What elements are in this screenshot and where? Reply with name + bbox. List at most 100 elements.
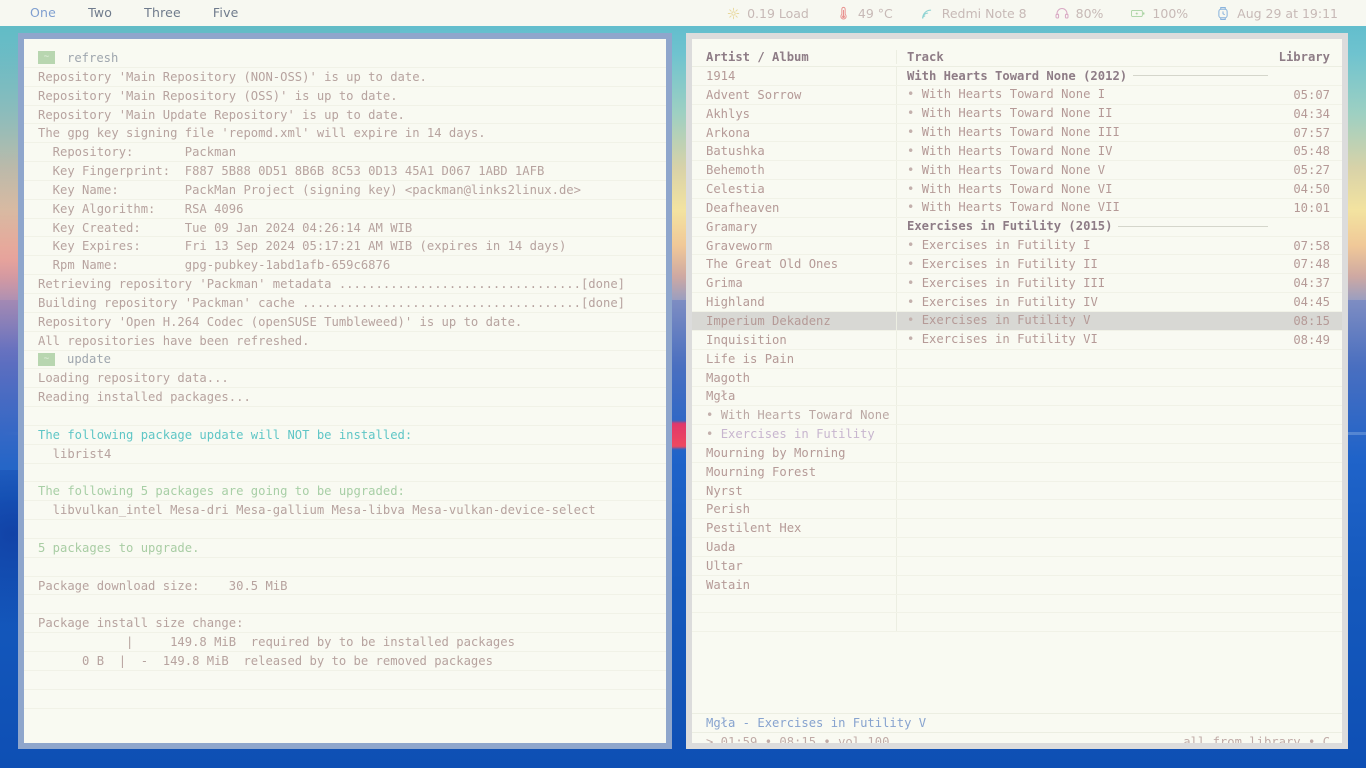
music-row[interactable]: Highland• Exercises in Futility IV04:45 — [692, 293, 1342, 312]
music-artist-cell[interactable]: The Great Old Ones — [692, 255, 897, 273]
music-artist-cell[interactable]: Mourning by Morning — [692, 444, 897, 462]
music-row[interactable]: Nyrst — [692, 482, 1342, 501]
music-track-cell[interactable]: • Exercises in Futility I — [897, 237, 1272, 255]
music-track-cell[interactable]: • Exercises in Futility VI — [897, 331, 1272, 349]
music-track-cell[interactable]: • With Hearts Toward None IV — [897, 142, 1272, 160]
music-row[interactable]: Perish — [692, 500, 1342, 519]
workspace-tag-two[interactable]: Two — [72, 0, 128, 26]
terminal-output[interactable]: ~refreshRepository 'Main Repository (NON… — [24, 39, 666, 743]
music-track-cell[interactable] — [897, 406, 1272, 424]
music-row[interactable]: Batushka• With Hearts Toward None IV05:4… — [692, 142, 1342, 161]
music-track-cell[interactable] — [897, 557, 1272, 575]
music-track-cell[interactable] — [897, 463, 1272, 481]
music-row[interactable]: Advent Sorrow• With Hearts Toward None I… — [692, 86, 1342, 105]
music-artist-cell[interactable]: Perish — [692, 500, 897, 518]
music-artist-cell[interactable]: Magoth — [692, 369, 897, 387]
music-row[interactable]: • With Hearts Toward None — [692, 406, 1342, 425]
music-artist-cell[interactable]: Arkona — [692, 124, 897, 142]
music-artist-cell[interactable]: Uada — [692, 538, 897, 556]
music-row[interactable]: Graveworm• Exercises in Futility I07:58 — [692, 237, 1342, 256]
music-track-cell[interactable] — [897, 444, 1272, 462]
music-track-cell[interactable] — [897, 538, 1272, 556]
music-track-list[interactable]: 1914With Hearts Toward None (2012)Advent… — [692, 67, 1342, 632]
status-item-battery[interactable]: 100% — [1117, 6, 1202, 21]
music-duration-cell — [1272, 425, 1342, 443]
music-artist-cell[interactable]: Inquisition — [692, 331, 897, 349]
music-player-body[interactable]: Artist / Album Track Library 1914With He… — [692, 47, 1342, 743]
music-track-cell[interactable] — [897, 500, 1272, 518]
music-track-cell[interactable]: • With Hearts Toward None VI — [897, 180, 1272, 198]
music-track-cell[interactable]: • Exercises in Futility V — [897, 312, 1272, 330]
music-row[interactable]: • Exercises in Futility — [692, 425, 1342, 444]
status-item-headphones[interactable]: 80% — [1041, 6, 1118, 21]
music-row[interactable]: Celestia• With Hearts Toward None VI04:5… — [692, 180, 1342, 199]
music-track-cell[interactable]: • With Hearts Toward None VII — [897, 199, 1272, 217]
music-row[interactable]: Mgła — [692, 387, 1342, 406]
music-row[interactable]: Life is Pain — [692, 350, 1342, 369]
music-track-cell[interactable]: With Hearts Toward None (2012) — [897, 67, 1272, 85]
music-track-cell[interactable] — [897, 369, 1272, 387]
music-track-cell[interactable] — [897, 387, 1272, 405]
music-row[interactable]: Imperium Dekadenz• Exercises in Futility… — [692, 312, 1342, 331]
music-artist-cell[interactable]: Mourning Forest — [692, 463, 897, 481]
music-artist-cell[interactable]: Gramary — [692, 218, 897, 236]
music-track-cell[interactable]: • With Hearts Toward None III — [897, 124, 1272, 142]
music-artist-cell[interactable]: Mgła — [692, 387, 897, 405]
workspace-tag-three[interactable]: Three — [128, 0, 197, 26]
music-track-cell[interactable]: • Exercises in Futility IV — [897, 293, 1272, 311]
music-artist-cell[interactable]: Batushka — [692, 142, 897, 160]
music-artist-cell[interactable]: Celestia — [692, 180, 897, 198]
music-track-cell[interactable]: • With Hearts Toward None I — [897, 86, 1272, 104]
music-artist-cell[interactable]: Advent Sorrow — [692, 86, 897, 104]
terminal-window[interactable]: ~refreshRepository 'Main Repository (NON… — [18, 33, 672, 749]
music-artist-cell[interactable]: Pestilent Hex — [692, 519, 897, 537]
music-row[interactable]: Uada — [692, 538, 1342, 557]
music-artist-cell[interactable]: • With Hearts Toward None — [692, 406, 897, 424]
music-artist-cell[interactable]: Nyrst — [692, 482, 897, 500]
music-track-cell[interactable]: • Exercises in Futility III — [897, 274, 1272, 292]
music-track-cell[interactable] — [897, 519, 1272, 537]
music-artist-cell[interactable]: • Exercises in Futility — [692, 425, 897, 443]
music-track-cell[interactable]: • With Hearts Toward None II — [897, 105, 1272, 123]
music-row[interactable]: 1914With Hearts Toward None (2012) — [692, 67, 1342, 86]
music-row[interactable]: Mourning by Morning — [692, 444, 1342, 463]
music-row[interactable]: Deafheaven• With Hearts Toward None VII1… — [692, 199, 1342, 218]
music-track-cell[interactable] — [897, 350, 1272, 368]
music-track-cell[interactable]: Exercises in Futility (2015) — [897, 218, 1272, 236]
music-artist-cell[interactable]: Graveworm — [692, 237, 897, 255]
music-row[interactable]: Arkona• With Hearts Toward None III07:57 — [692, 124, 1342, 143]
music-track-cell[interactable]: • Exercises in Futility II — [897, 255, 1272, 273]
workspace-tag-five[interactable]: Five — [197, 0, 255, 26]
music-artist-cell[interactable]: Ultar — [692, 557, 897, 575]
music-row[interactable]: Ultar — [692, 557, 1342, 576]
music-player-window[interactable]: Artist / Album Track Library 1914With He… — [686, 33, 1348, 749]
music-artist-cell[interactable]: Highland — [692, 293, 897, 311]
music-track-cell[interactable] — [897, 425, 1272, 443]
music-row[interactable]: The Great Old Ones• Exercises in Futilit… — [692, 255, 1342, 274]
music-artist-cell[interactable]: Akhlys — [692, 105, 897, 123]
status-item-sun-load[interactable]: 0.19 Load — [712, 6, 823, 21]
music-artist-cell[interactable]: Grima — [692, 274, 897, 292]
music-artist-cell[interactable]: Life is Pain — [692, 350, 897, 368]
music-row[interactable]: Watain — [692, 576, 1342, 595]
music-row[interactable]: Grima• Exercises in Futility III04:37 — [692, 274, 1342, 293]
music-artist-cell[interactable]: Watain — [692, 576, 897, 594]
music-track-cell[interactable]: • With Hearts Toward None V — [897, 161, 1272, 179]
music-row[interactable]: Akhlys• With Hearts Toward None II04:34 — [692, 105, 1342, 124]
status-item-thermometer[interactable]: 49 °C — [823, 6, 907, 21]
workspace-tag-one[interactable]: One — [14, 0, 72, 26]
music-row[interactable]: Mourning Forest — [692, 463, 1342, 482]
music-row[interactable]: Pestilent Hex — [692, 519, 1342, 538]
music-row[interactable]: GramaryExercises in Futility (2015) — [692, 218, 1342, 237]
music-row[interactable]: Magoth — [692, 369, 1342, 388]
music-artist-cell[interactable]: 1914 — [692, 67, 897, 85]
music-row[interactable]: Behemoth• With Hearts Toward None V05:27 — [692, 161, 1342, 180]
music-artist-cell[interactable]: Deafheaven — [692, 199, 897, 217]
status-item-watch-clock[interactable]: Aug 29 at 19:11 — [1202, 6, 1352, 21]
music-artist-cell[interactable]: Behemoth — [692, 161, 897, 179]
music-row[interactable]: Inquisition• Exercises in Futility VI08:… — [692, 331, 1342, 350]
music-track-cell[interactable] — [897, 482, 1272, 500]
music-track-cell[interactable] — [897, 576, 1272, 594]
music-artist-cell[interactable]: Imperium Dekadenz — [692, 312, 897, 330]
status-item-wifi-signal[interactable]: Redmi Note 8 — [907, 6, 1041, 21]
